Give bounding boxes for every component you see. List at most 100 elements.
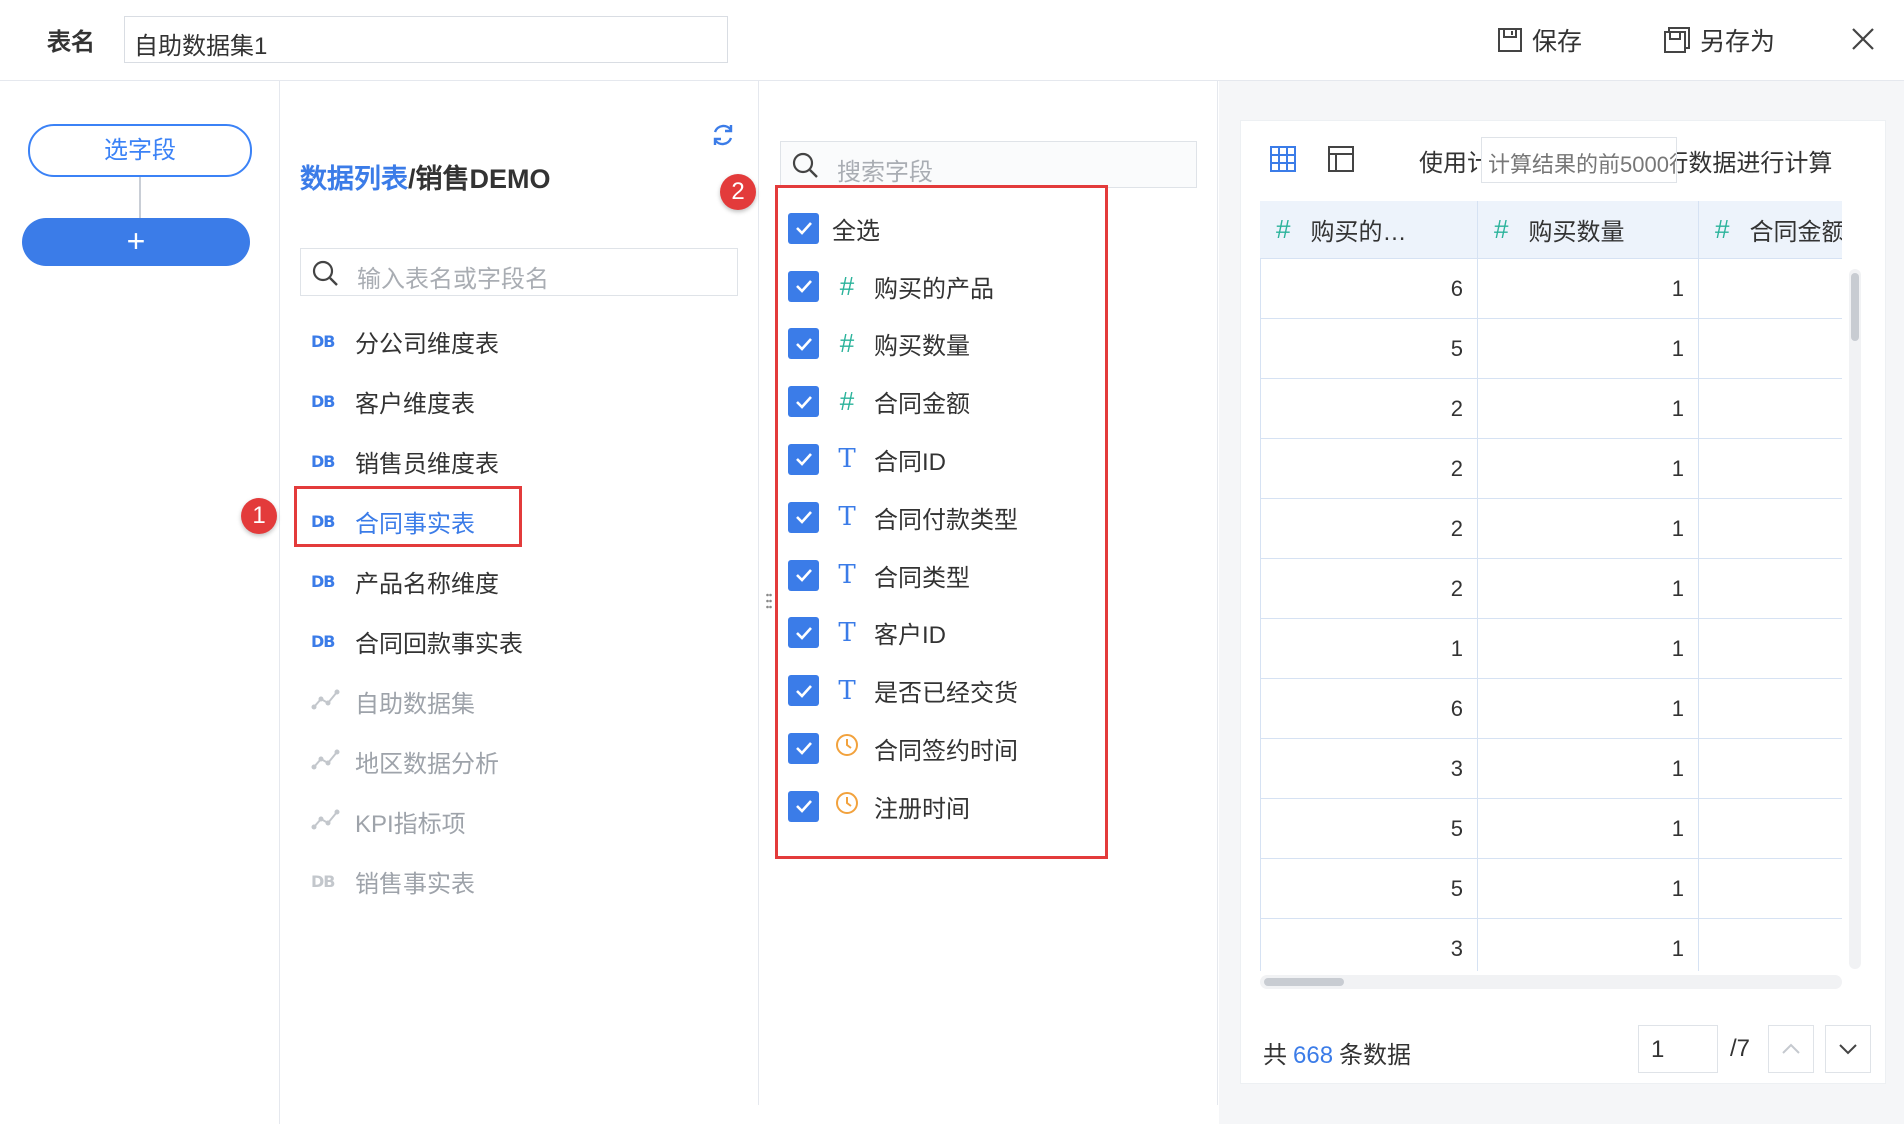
data-table-item-label: 销售员维度表 [355, 450, 499, 478]
data-table-item[interactable]: DB 销售事实表 [311, 861, 475, 901]
save-button[interactable]: 保存 [1496, 22, 1582, 58]
vertical-scroll-thumb[interactable] [1851, 273, 1859, 341]
table-cell: 1 [1478, 919, 1699, 971]
data-list-panel: 数据列表/销售DEMO 输入表名或字段名 DB 分公司维度表 DB 客户维度表 DB 销售… [281, 81, 759, 1105]
search-icon [792, 152, 818, 178]
grid-view-icon[interactable] [1269, 145, 1297, 173]
table-name-input[interactable]: 自助数据集1 [124, 16, 728, 63]
table-cell [1699, 379, 1842, 439]
number-type-icon: # [1276, 214, 1291, 244]
data-table-item[interactable]: 地区数据分析 [311, 741, 499, 781]
page-number-input[interactable]: 1 [1638, 1025, 1718, 1073]
database-icon: DB [311, 451, 335, 471]
data-table-item-label: 产品名称维度 [355, 570, 499, 598]
dataset-icon [311, 747, 341, 775]
record-count-prefix: 共 [1263, 1042, 1287, 1069]
data-table-item[interactable]: DB 合同回款事实表 [311, 621, 523, 661]
splitter-handle[interactable] [766, 592, 772, 614]
record-count-value: 668 [1293, 1042, 1334, 1069]
top-bar: 表名 自助数据集1 保存 另存为 [0, 0, 1904, 81]
horizontal-scroll-thumb[interactable] [1264, 978, 1344, 986]
table-cell: 1 [1478, 859, 1699, 919]
table-cell [1699, 739, 1842, 799]
breadcrumb-data-list-link[interactable]: 数据列表 [300, 164, 408, 194]
column-header[interactable]: # 购买数量 [1478, 201, 1699, 259]
column-header-label: 购买数量 [1528, 219, 1625, 246]
number-type-icon: # [1715, 214, 1730, 244]
annotation-box-1 [294, 486, 522, 547]
table-cell: 5 [1260, 799, 1478, 859]
field-search-field[interactable]: 搜索字段 [780, 141, 1197, 188]
data-table-item[interactable]: DB 分公司维度表 [311, 321, 499, 361]
column-header[interactable]: # 购买的… [1260, 201, 1478, 259]
close-icon[interactable] [1848, 24, 1878, 54]
flow-step-select-fields[interactable]: 选字段 [28, 124, 252, 177]
table-cell: 2 [1260, 499, 1478, 559]
chevron-up-icon [1782, 1043, 1800, 1054]
table-cell: 1 [1478, 739, 1699, 799]
pagination: 共 668 条数据 1 /7 [1241, 1021, 1887, 1081]
save-as-icon [1664, 27, 1690, 53]
table-cell: 3 [1260, 919, 1478, 971]
table-cell [1699, 559, 1842, 619]
table-cell: 6 [1260, 259, 1478, 319]
table-cell [1699, 619, 1842, 679]
data-table-item[interactable]: 自助数据集 [311, 681, 475, 721]
page-total: /7 [1730, 1035, 1751, 1062]
vertical-scrollbar[interactable] [1849, 269, 1861, 969]
data-table-item[interactable]: DB 产品名称维度 [311, 561, 499, 601]
row-limit-input[interactable]: 计算结果的前5000行 [1481, 137, 1677, 183]
database-icon: DB [311, 391, 335, 411]
table-cell: 1 [1478, 619, 1699, 679]
table-cell: 2 [1260, 439, 1478, 499]
search-icon [312, 260, 338, 286]
data-table-item-label: KPI指标项 [355, 810, 466, 838]
breadcrumb-separator: / [408, 164, 416, 194]
preview-data-grid: # 购买的… # 购买数量 # 合同金额 6 1 5 1 2 1 2 1 2 1 2 1 1 1 6 1 3 1 5 1 5 1 3 1 [1260, 201, 1842, 971]
table-search-field[interactable]: 输入表名或字段名 [300, 248, 738, 296]
data-table-item[interactable]: DB 销售员维度表 [311, 441, 499, 481]
save-as-button[interactable]: 另存为 [1662, 22, 1775, 58]
table-cell [1699, 679, 1842, 739]
table-cell: 1 [1478, 559, 1699, 619]
annotation-badge-2: 2 [720, 174, 756, 210]
save-icon [1498, 28, 1522, 52]
table-cell [1699, 859, 1842, 919]
table-cell [1699, 799, 1842, 859]
flow-panel: 选字段 + [0, 81, 280, 1124]
column-header[interactable]: # 合同金额 [1699, 201, 1842, 259]
column-header-label: 合同金额 [1749, 219, 1842, 246]
table-cell: 1 [1478, 379, 1699, 439]
horizontal-scrollbar[interactable] [1260, 975, 1842, 989]
refresh-icon[interactable] [709, 121, 737, 149]
save-label: 保存 [1532, 28, 1583, 56]
record-count: 共 668 条数据 [1263, 1035, 1411, 1070]
annotation-box-2 [775, 185, 1108, 859]
table-cell: 1 [1260, 619, 1478, 679]
table-cell: 2 [1260, 379, 1478, 439]
table-cell: 1 [1478, 439, 1699, 499]
page-up-button[interactable] [1768, 1025, 1814, 1073]
data-table-item[interactable]: KPI指标项 [311, 801, 466, 841]
table-cell [1699, 919, 1842, 971]
database-icon: DB [311, 331, 335, 351]
data-table-item-label: 地区数据分析 [355, 750, 499, 778]
database-icon: DB [311, 871, 335, 891]
table-cell: 6 [1260, 679, 1478, 739]
dataset-icon [311, 807, 341, 835]
number-type-icon: # [1494, 214, 1509, 244]
flow-connector [139, 177, 141, 220]
data-table-item-label: 分公司维度表 [355, 330, 499, 358]
data-table-item-label: 客户维度表 [355, 390, 475, 418]
add-step-button[interactable]: + [22, 218, 250, 266]
data-table-item-label: 合同回款事实表 [355, 630, 523, 658]
preview-toolbar: 使用计算结果的前5000行数据进行计算 计算结果的前5000行 [1241, 121, 1887, 201]
database-icon: DB [311, 571, 335, 591]
breadcrumb-current: 销售DEMO [415, 164, 551, 194]
table-cell: 1 [1478, 499, 1699, 559]
layout-view-icon[interactable] [1327, 145, 1355, 173]
data-table-item[interactable]: DB 客户维度表 [311, 381, 475, 421]
table-cell: 1 [1478, 259, 1699, 319]
page-down-button[interactable] [1825, 1025, 1871, 1073]
data-table-item-label: 自助数据集 [355, 690, 475, 718]
